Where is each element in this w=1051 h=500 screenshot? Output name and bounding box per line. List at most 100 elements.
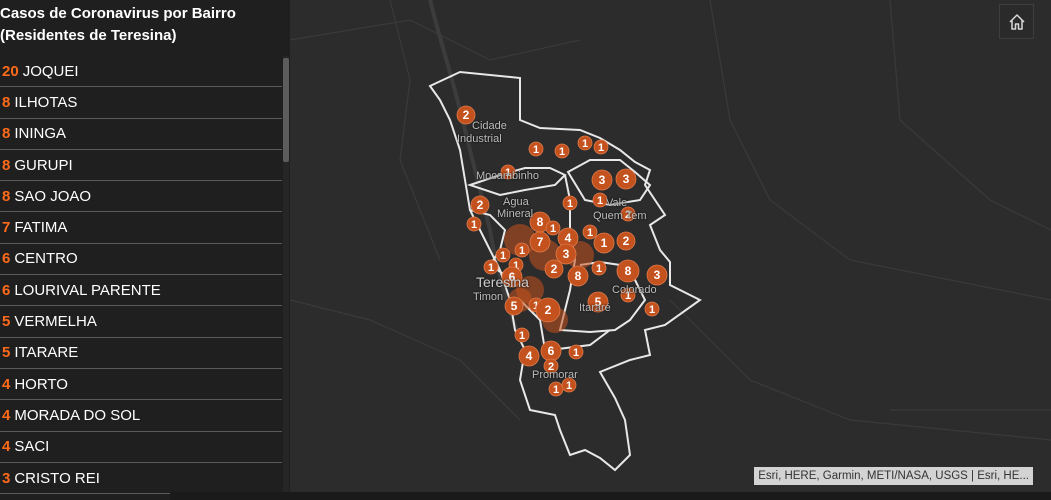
marker-count: 2 <box>545 303 552 317</box>
case-marker[interactable]: 1 <box>514 327 530 343</box>
list-item[interactable]: 4 MORADA DO SOL <box>0 400 282 432</box>
case-marker[interactable]: 4 <box>518 345 540 367</box>
map-view[interactable]: 2111113321112811741121113281836512511146… <box>290 0 1051 500</box>
list-item[interactable]: 4 SACI <box>0 432 282 463</box>
case-marker[interactable]: 1 <box>495 247 511 263</box>
list-item[interactable]: 7 FATIMA <box>0 212 282 244</box>
marker-count: 1 <box>550 223 556 235</box>
home-icon <box>1008 13 1025 30</box>
neighborhood-name: ININGA <box>14 125 67 143</box>
case-marker[interactable]: 1 <box>591 260 607 276</box>
list-item[interactable]: 20 JOQUEI <box>0 56 282 88</box>
case-marker[interactable]: 5 <box>504 296 524 316</box>
home-button[interactable] <box>999 4 1034 39</box>
neighborhood-name: VERMELHA <box>14 313 97 331</box>
list-item[interactable]: 8 GURUPI <box>0 150 282 182</box>
marker-count: 4 <box>526 349 533 363</box>
case-marker[interactable]: 1 <box>545 220 561 236</box>
sidebar: Casos de Coronavirus por Bairro (Residen… <box>0 0 290 500</box>
label-itarare: Itararé <box>579 302 611 314</box>
case-marker[interactable]: 2 <box>616 231 636 251</box>
case-marker[interactable]: 2 <box>544 259 564 279</box>
marker-count: 1 <box>519 330 525 342</box>
marker-count: 1 <box>533 144 539 156</box>
neighborhood-name: FATIMA <box>14 219 68 237</box>
neighborhood-name: ITARARE <box>14 344 79 362</box>
label-agua: Agua <box>503 196 529 208</box>
marker-count: 2 <box>477 198 484 212</box>
neighborhood-list: 20 JOQUEI 8 ILHOTAS 8 ININGA 8 GURUPI 8 SAO JOAO 7… <box>0 56 282 495</box>
marker-count: 3 <box>563 247 570 261</box>
list-scrollbar[interactable] <box>283 56 289 500</box>
case-count: 7 <box>2 219 11 237</box>
case-marker[interactable]: 3 <box>615 168 637 190</box>
neighborhood-name: HORTO <box>14 375 68 393</box>
case-marker[interactable]: 7 <box>529 231 551 253</box>
case-marker[interactable]: 2 <box>535 297 561 323</box>
neighborhood-name: CRISTO REI <box>14 469 100 487</box>
case-marker[interactable]: 3 <box>646 264 668 286</box>
list-item[interactable]: 8 SAO JOAO <box>0 181 282 213</box>
case-marker[interactable]: 1 <box>582 224 598 240</box>
case-count: 8 <box>2 187 11 205</box>
case-count: 4 <box>2 375 11 393</box>
marker-count: 5 <box>511 299 518 313</box>
marker-count: 1 <box>566 380 572 392</box>
case-count: 4 <box>2 406 11 424</box>
case-count: 20 <box>2 62 19 80</box>
case-markers: 21 11 11 3 321 11281 17 4 11 211132 8 1 8 365 1 25 1114 6… <box>456 105 668 397</box>
case-marker[interactable]: 8 <box>567 265 589 287</box>
case-marker[interactable]: 3 <box>591 169 613 191</box>
marker-count: 3 <box>654 268 661 282</box>
list-item[interactable]: 5 VERMELHA <box>0 306 282 338</box>
case-marker[interactable]: 2 <box>470 195 490 215</box>
marker-count: 8 <box>575 269 582 283</box>
marker-count: 8 <box>537 215 544 229</box>
map-canvas[interactable]: 21 11 11 3 321 11281 17 4 11 211132 8 1 8 365 1 25 1114 6… <box>290 0 1051 500</box>
case-marker[interactable]: 1 <box>466 216 482 232</box>
case-marker[interactable]: 1 <box>514 242 530 258</box>
marker-count: 1 <box>471 219 477 231</box>
marker-count: 2 <box>463 108 470 122</box>
marker-count: 3 <box>599 173 606 187</box>
case-marker[interactable]: 6 <box>540 340 562 362</box>
marker-count: 1 <box>519 245 525 257</box>
list-item[interactable]: 8 ILHOTAS <box>0 87 282 119</box>
case-marker[interactable]: 1 <box>568 344 584 360</box>
marker-count: 1 <box>582 138 588 150</box>
list-item[interactable]: 3 CRISTO REI <box>0 463 282 495</box>
list-item[interactable]: 4 HORTO <box>0 369 282 401</box>
label-industrial: Industrial <box>457 133 502 145</box>
case-marker[interactable]: 1 <box>528 141 544 157</box>
basemap-roads <box>290 0 1051 441</box>
label-quem-tem: Quem Tem <box>593 210 647 222</box>
case-marker[interactable]: 1 <box>644 301 660 317</box>
marker-count: 6 <box>548 344 555 358</box>
case-marker[interactable]: 1 <box>593 139 609 155</box>
case-marker[interactable]: 1 <box>577 135 593 151</box>
neighborhood-name: MORADA DO SOL <box>14 406 141 424</box>
case-count: 8 <box>2 125 11 143</box>
case-count: 3 <box>2 469 11 487</box>
list-item[interactable]: 5 ITARARE <box>0 338 282 369</box>
case-marker[interactable]: 1 <box>592 192 608 208</box>
marker-count: 1 <box>649 304 655 316</box>
marker-count: 1 <box>597 195 603 207</box>
scrollbar-thumb[interactable] <box>283 58 289 162</box>
label-cidade: Cidade <box>472 120 507 132</box>
list-item[interactable]: 6 LOURIVAL PARENTE <box>0 275 282 307</box>
case-marker[interactable]: 1 <box>562 195 578 211</box>
list-item[interactable]: 8 ININGA <box>0 119 282 150</box>
case-marker[interactable]: 1 <box>593 232 615 254</box>
case-marker[interactable]: 8 <box>616 259 640 283</box>
list-item[interactable]: 6 CENTRO <box>0 244 282 276</box>
case-marker[interactable]: 1 <box>548 381 564 397</box>
case-marker[interactable]: 3 <box>555 243 577 265</box>
case-marker[interactable]: 1 <box>554 143 570 159</box>
map-attribution[interactable]: Esri, HERE, Garmin, METI/NASA, USGS | Es… <box>754 467 1033 485</box>
case-count: 5 <box>2 344 11 362</box>
marker-count: 2 <box>551 262 558 276</box>
case-marker[interactable]: 1 <box>483 259 499 275</box>
marker-count: 8 <box>625 264 632 278</box>
marker-count: 1 <box>598 142 604 154</box>
